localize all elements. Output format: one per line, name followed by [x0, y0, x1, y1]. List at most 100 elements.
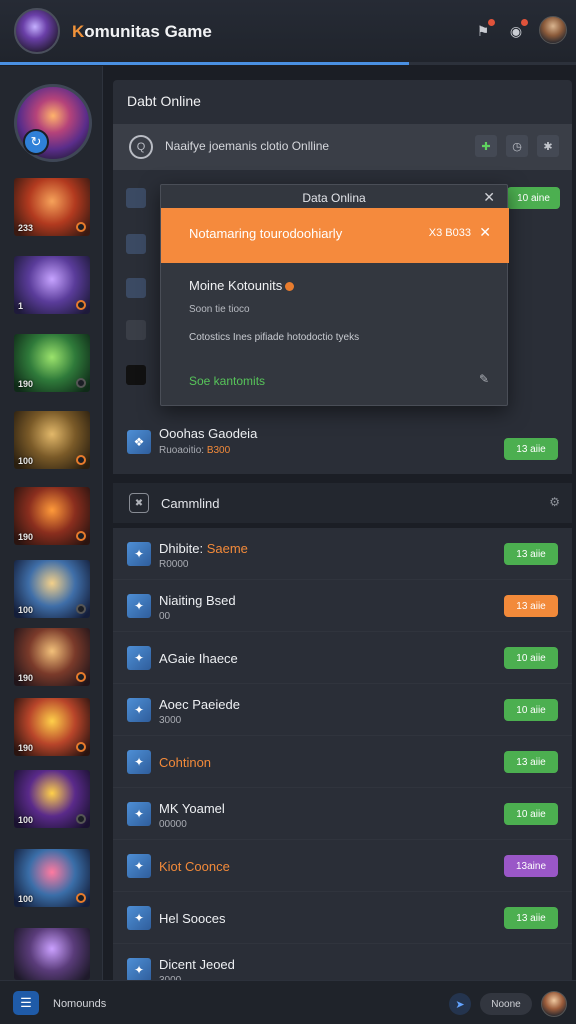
list-item[interactable]: ✦ MK Yoamel 00000 10 aiie	[113, 788, 572, 840]
game-thumbnail[interactable]: 100	[14, 849, 90, 907]
game-thumbnail[interactable]: 100	[14, 560, 90, 618]
status-dot	[76, 814, 86, 824]
game-thumbnail[interactable]: 233	[14, 178, 90, 236]
list-item-subtitle: 00	[159, 611, 171, 622]
list-item[interactable]: ✦ AGaie Ihaece 10 aiie	[113, 632, 572, 684]
featured-row[interactable]: ❖ Ooohas Gaodeia Ruoaoitio: B300 13 aiie	[113, 414, 572, 474]
game-thumbnail[interactable]: 190	[14, 334, 90, 392]
list-item[interactable]: ✦ Dhibite: Saeme R0000 13 aiie	[113, 528, 572, 580]
status-pill[interactable]: 13 aiie	[504, 907, 558, 929]
game-thumbnail[interactable]: 190	[14, 698, 90, 756]
search-icon[interactable]: Q	[129, 135, 153, 159]
user-avatar[interactable]	[541, 991, 567, 1017]
game-thumbnail[interactable]: 100	[14, 411, 90, 469]
dialog-subtitle: Soon tie tioco	[189, 304, 250, 315]
game-thumbnail[interactable]: 1	[14, 256, 90, 314]
refresh-icon[interactable]: ↻	[23, 129, 49, 155]
clock-icon[interactable]: ◷	[506, 135, 528, 157]
dialog-description: Cotostics Ines pifiade hotodoctio tyeks	[189, 332, 360, 343]
game-thumbnail-count: 100	[18, 605, 34, 615]
list-item-title: Dhibite: Saeme	[159, 541, 248, 556]
game-rail: ↻ 233 1 190 100 190 100 190 190 100 100	[0, 66, 103, 980]
row-icon[interactable]	[126, 320, 146, 340]
notification-toast[interactable]: Notamaring tourodoohiarly X3 B033 ✕	[161, 208, 509, 263]
status-dot	[76, 672, 86, 682]
game-thumbnail[interactable]: 190	[14, 487, 90, 545]
compass-icon[interactable]: ➤	[449, 993, 471, 1015]
row-icon[interactable]	[126, 278, 146, 298]
bottom-bar: ☰ Nomounds ➤ Noone	[0, 980, 576, 1024]
data-online-dialog: Data Onlina ✕ Notamaring tourodoohiarly …	[160, 184, 509, 406]
featured-title: Ooohas Gaodeia	[159, 426, 258, 441]
app-title-rest: omunitas Game	[84, 22, 212, 41]
edit-icon[interactable]: ✎	[479, 372, 489, 386]
dialog-title: Data Onlina	[302, 191, 366, 205]
list-item-subtitle: 00000	[159, 819, 187, 830]
game-thumbnail-count: 100	[18, 456, 34, 466]
game-icon: ✦	[127, 698, 151, 722]
featured-game-avatar[interactable]: ↻	[14, 84, 92, 162]
add-icon[interactable]: ✚	[475, 135, 497, 157]
list-item[interactable]: ✦ Aoec Paeiede 3000 10 aiie	[113, 684, 572, 736]
status-dot	[76, 531, 86, 541]
status-pill[interactable]: 10 aiie	[504, 803, 558, 825]
game-icon: ✦	[127, 802, 151, 826]
row-icon[interactable]	[126, 365, 146, 385]
status-dot	[76, 455, 86, 465]
bookmark-icon[interactable]: ⚑	[470, 18, 496, 44]
progress-fill	[0, 62, 409, 65]
game-icon: ❖	[127, 430, 151, 454]
game-thumbnail-count: 190	[18, 673, 34, 683]
game-thumbnail-count: 190	[18, 379, 34, 389]
status-pill[interactable]: 10 aiie	[504, 647, 558, 669]
game-thumbnail[interactable]: 190	[14, 628, 90, 686]
status-dot	[76, 378, 86, 388]
status-dot	[76, 604, 86, 614]
search-bar[interactable]: Q Naaifye joemanis clotio Onlline ✚ ◷ ✱	[113, 124, 572, 170]
status-dot	[76, 893, 86, 903]
close-icon[interactable]: ✕	[479, 224, 491, 241]
list-item-title: MK Yoamel	[159, 801, 225, 816]
status-pill[interactable]: 13 aiie	[504, 751, 558, 773]
tools-icon: ✖	[129, 493, 149, 513]
list-item[interactable]: ✦ Cohtinon 13 aiie	[113, 736, 572, 788]
app-logo[interactable]	[14, 8, 60, 54]
game-icon: ✦	[127, 854, 151, 878]
dialog-link[interactable]: Soe kantomits	[189, 374, 265, 388]
list-item-title: Aoec Paeiede	[159, 697, 240, 712]
status-pill[interactable]: 10 aiie	[504, 699, 558, 721]
status-pill[interactable]: 13aine	[504, 855, 558, 877]
game-thumbnail-count: 100	[18, 894, 34, 904]
list-item-title: Cohtinon	[159, 755, 212, 770]
list-item-subtitle: 3000	[159, 715, 182, 726]
row-icon[interactable]	[126, 188, 146, 208]
status-chip[interactable]: Noone	[480, 993, 532, 1015]
section-title: Cammlind	[161, 496, 220, 511]
row-icon[interactable]	[126, 234, 146, 254]
featured-status-pill[interactable]: 13 aiie	[504, 438, 558, 460]
game-icon: ✦	[127, 646, 151, 670]
notification-dot	[521, 19, 528, 26]
list-item[interactable]: ✦ Hel Sooces 13 aiie	[113, 892, 572, 944]
status-pill[interactable]: 10 aine	[507, 187, 560, 209]
status-pill[interactable]: 13 aiie	[504, 595, 558, 617]
settings-icon[interactable]: ✱	[537, 135, 559, 157]
list-item-title: Hel Sooces	[159, 911, 226, 926]
game-icon: ✦	[127, 958, 151, 982]
settings-icon[interactable]: ⚙	[549, 495, 560, 509]
user-avatar[interactable]	[539, 16, 567, 44]
game-thumbnail[interactable]	[14, 928, 90, 980]
status-pill[interactable]: 13 aiie	[504, 543, 558, 565]
close-icon[interactable]: ✕	[483, 189, 495, 206]
game-controller-icon[interactable]: ◉	[503, 18, 529, 44]
game-thumbnail-count: 190	[18, 743, 34, 753]
app-title-initial: K	[72, 22, 85, 41]
list-item[interactable]: ✦ Niaiting Bsed 00 13 aiie	[113, 580, 572, 632]
list-item[interactable]: ✦ Kiot Coonce 13aine	[113, 840, 572, 892]
list-item-title: AGaie Ihaece	[159, 651, 238, 666]
notification-dot	[488, 19, 495, 26]
menu-icon[interactable]: ☰	[13, 991, 39, 1015]
section-header: ✖ Cammlind ⚙	[113, 483, 572, 523]
list-item-title: Kiot Coonce	[159, 859, 230, 874]
game-thumbnail[interactable]: 100	[14, 770, 90, 828]
